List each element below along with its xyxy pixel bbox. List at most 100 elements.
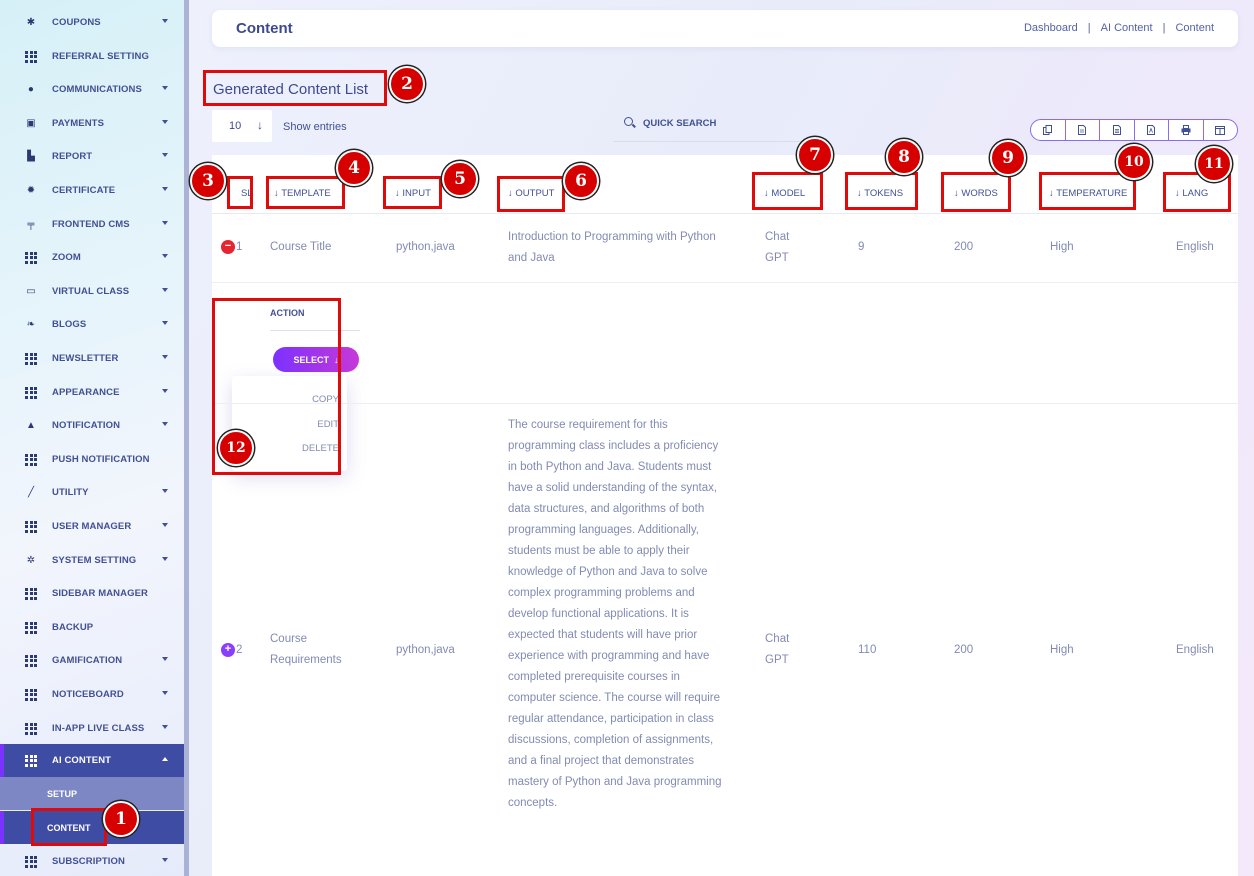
sidebar-item-label: FRONTEND CMS bbox=[52, 219, 130, 230]
annotation-box-4 bbox=[266, 176, 345, 209]
breadcrumb-dashboard[interactable]: Dashboard bbox=[1024, 22, 1078, 34]
chevron-down-icon: ↓ bbox=[257, 118, 263, 132]
chevron-down-icon bbox=[162, 86, 168, 90]
grid-icon bbox=[25, 722, 37, 735]
sidebar-item-blogs[interactable]: ❧ BLOGS bbox=[0, 308, 184, 341]
grid-icon bbox=[25, 520, 37, 533]
sidebar-item-label: CERTIFICATE bbox=[52, 185, 116, 196]
page-title: Content bbox=[236, 20, 293, 37]
print-icon[interactable] bbox=[1169, 120, 1204, 140]
row-divider bbox=[212, 403, 1238, 404]
breadcrumb-content[interactable]: Content bbox=[1175, 22, 1214, 34]
breadcrumb: Dashboard | AI Content | Content bbox=[1024, 22, 1214, 34]
sidebar-item-virtual-class[interactable]: ▭ VIRTUAL CLASS bbox=[0, 275, 184, 308]
sidebar-item-gamification[interactable]: GAMIFICATION bbox=[0, 644, 184, 677]
sidebar-item-label: PUSH NOTIFICATION bbox=[52, 454, 150, 465]
sidebar-item-label: NOTIFICATION bbox=[52, 420, 121, 431]
chevron-down-icon bbox=[162, 422, 168, 426]
row-expand-toggle[interactable]: + bbox=[221, 643, 235, 657]
entries-value: 10 bbox=[229, 120, 242, 132]
row-divider bbox=[212, 282, 1238, 283]
annotation-box-9 bbox=[941, 172, 1011, 212]
columns-icon[interactable] bbox=[1204, 120, 1238, 140]
row-collapse-toggle[interactable]: − bbox=[221, 240, 235, 254]
grid-icon bbox=[25, 352, 37, 365]
hammer-icon: ╱ bbox=[27, 487, 35, 498]
sidebar-item-communications[interactable]: ● COMMUNICATIONS bbox=[0, 73, 184, 106]
paint-roller-icon: ╤ bbox=[27, 219, 35, 230]
annotation-box-2 bbox=[203, 70, 387, 106]
coupon-icon: ✱ bbox=[26, 17, 36, 28]
sidebar-item-newsletter[interactable]: NEWSLETTER bbox=[0, 342, 184, 375]
vr-icon: ▭ bbox=[26, 286, 36, 297]
row-2-sl: 2 bbox=[236, 644, 243, 656]
chevron-down-icon bbox=[162, 523, 168, 527]
chevron-down-icon bbox=[162, 355, 168, 359]
chevron-down-icon bbox=[162, 489, 168, 493]
annotation-box-8 bbox=[845, 172, 918, 210]
sidebar-item-noticeboard[interactable]: NOTICEBOARD bbox=[0, 678, 184, 711]
sidebar-item-backup[interactable]: BACKUP bbox=[0, 611, 184, 644]
annotation-badge-4: 4 bbox=[336, 150, 372, 186]
annotation-badge-12: 12 bbox=[218, 430, 254, 466]
annotation-badge-5: 5 bbox=[442, 161, 478, 197]
csv-icon[interactable] bbox=[1066, 120, 1100, 140]
excel-icon[interactable] bbox=[1100, 120, 1135, 140]
grid-icon bbox=[25, 855, 37, 868]
row-1-template: Course Title bbox=[270, 241, 332, 253]
grid-icon bbox=[25, 453, 37, 466]
sidebar-item-payments[interactable]: ▣ PAYMENTS bbox=[0, 107, 184, 140]
sidebar-item-system-setting[interactable]: ✲ SYSTEM SETTING bbox=[0, 544, 184, 577]
sidebar-item-referral-setting[interactable]: REFERRAL SETTING bbox=[0, 40, 184, 73]
sidebar-item-push-notification[interactable]: PUSH NOTIFICATION bbox=[0, 443, 184, 476]
sidebar-item-label: USER MANAGER bbox=[52, 521, 132, 532]
sidebar-item-subscription[interactable]: SUBSCRIPTION bbox=[0, 845, 184, 876]
pdf-icon[interactable] bbox=[1135, 120, 1169, 140]
sidebar-item-sidebar-manager[interactable]: SIDEBAR MANAGER bbox=[0, 577, 184, 610]
row-1-tokens: 9 bbox=[858, 241, 865, 253]
chevron-down-icon bbox=[162, 657, 168, 661]
row-2-lang: English bbox=[1176, 644, 1214, 656]
chart-icon: ▙ bbox=[27, 151, 35, 162]
chevron-down-icon bbox=[162, 389, 168, 393]
grid-icon bbox=[25, 621, 37, 634]
sidebar-item-coupons[interactable]: ✱ COUPONS bbox=[0, 6, 184, 39]
sidebar-item-label: ZOOM bbox=[52, 252, 81, 263]
sidebar-item-label: COUPONS bbox=[52, 17, 101, 28]
breadcrumb-separator: | bbox=[1162, 22, 1166, 34]
money-icon: ▣ bbox=[26, 118, 36, 129]
sidebar-subitem-setup[interactable]: SETUP bbox=[0, 777, 184, 810]
sidebar-item-appearance[interactable]: APPEARANCE bbox=[0, 376, 184, 409]
sidebar-item-user-manager[interactable]: USER MANAGER bbox=[0, 510, 184, 543]
sidebar-item-utility[interactable]: ╱ UTILITY bbox=[0, 476, 184, 509]
sidebar-item-notification[interactable]: ▲ NOTIFICATION bbox=[0, 409, 184, 442]
sidebar-item-certificate[interactable]: ✹ CERTIFICATE bbox=[0, 174, 184, 207]
sidebar-item-in-app-live-class[interactable]: IN-APP LIVE CLASS bbox=[0, 712, 184, 745]
sidebar-item-label: BLOGS bbox=[52, 319, 87, 330]
sidebar-item-label: BACKUP bbox=[52, 622, 94, 633]
bell-icon: ▲ bbox=[26, 420, 36, 431]
sidebar-item-report[interactable]: ▙ REPORT bbox=[0, 140, 184, 173]
sidebar-item-label: COMMUNICATIONS bbox=[52, 84, 142, 95]
row-1-model: Chat GPT bbox=[765, 231, 790, 264]
sidebar-item-ai-content[interactable]: AI CONTENT bbox=[0, 744, 184, 777]
annotation-box-5 bbox=[383, 176, 442, 209]
chevron-down-icon bbox=[162, 288, 168, 292]
row-2-temperature: High bbox=[1050, 644, 1074, 656]
row-1-output: Introduction to Programming with Python … bbox=[508, 231, 716, 264]
search-icon bbox=[624, 117, 633, 126]
active-indicator bbox=[0, 811, 4, 844]
entries-select[interactable]: 10 ↓ bbox=[212, 110, 272, 142]
sidebar-item-frontend-cms[interactable]: ╤ FRONTEND CMS bbox=[0, 208, 184, 241]
grid-icon bbox=[25, 654, 37, 667]
sidebar-item-zoom[interactable]: ZOOM bbox=[0, 241, 184, 274]
annotation-box-1 bbox=[31, 808, 107, 846]
annotation-badge-8: 8 bbox=[886, 139, 922, 175]
copy-icon[interactable] bbox=[1031, 120, 1066, 140]
grid-icon bbox=[25, 251, 37, 264]
breadcrumb-ai-content[interactable]: AI Content bbox=[1101, 22, 1153, 34]
row-2-words: 200 bbox=[954, 644, 974, 656]
main-content: Content Dashboard | AI Content | Content… bbox=[189, 0, 1254, 876]
search-input[interactable] bbox=[643, 114, 793, 132]
show-entries-label: Show entries bbox=[283, 121, 347, 133]
